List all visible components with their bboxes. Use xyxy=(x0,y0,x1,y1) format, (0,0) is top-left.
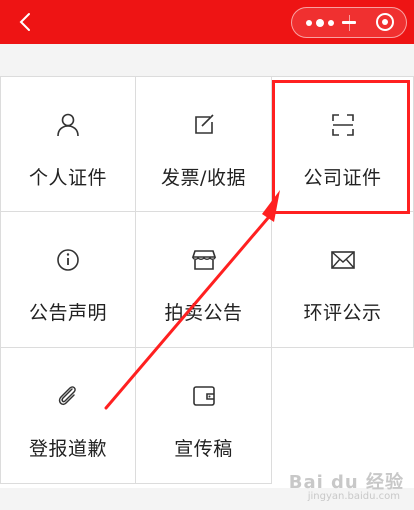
baidu-watermark: Bai du 经验 jingyan.baidu.com xyxy=(276,466,404,506)
scan-icon xyxy=(329,111,357,139)
paperclip-icon xyxy=(54,382,82,410)
grid-item-apology[interactable]: 登报道歉 xyxy=(0,348,136,484)
grid-item-label: 公告声明 xyxy=(28,302,107,324)
grid-item-company-id[interactable]: 公司证件 xyxy=(272,76,414,212)
store-icon xyxy=(190,246,218,274)
mini-program-capsule xyxy=(291,7,407,38)
grid-item-auction[interactable]: 拍卖公告 xyxy=(136,212,272,348)
grid-item-label: 登报道歉 xyxy=(28,438,107,460)
grid-item-personal-id[interactable]: 个人证件 xyxy=(0,76,136,212)
grid-item-label: 拍卖公告 xyxy=(164,302,243,324)
grid-item-eia[interactable]: 环评公示 xyxy=(272,212,414,348)
target-close-icon[interactable] xyxy=(376,13,394,31)
chevron-left-icon[interactable] xyxy=(14,10,38,34)
grid-item-invoice[interactable]: 发票/收据 xyxy=(136,76,272,212)
more-dots-icon[interactable] xyxy=(292,8,349,37)
grid-item-label: 公司证件 xyxy=(303,167,382,189)
wallet-icon xyxy=(190,382,218,410)
grid-item-label: 环评公示 xyxy=(303,302,382,324)
mail-icon xyxy=(329,246,357,274)
person-icon xyxy=(54,111,82,139)
grid-item-press-release[interactable]: 宣传稿 xyxy=(136,348,272,484)
navigation-bar xyxy=(0,0,414,44)
grid-item-label: 个人证件 xyxy=(28,167,107,189)
edit-icon xyxy=(190,111,218,139)
grid-item-label: 发票/收据 xyxy=(161,167,246,189)
info-icon xyxy=(54,246,82,274)
grid-item-announcement[interactable]: 公告声明 xyxy=(0,212,136,348)
minimize-icon[interactable] xyxy=(342,21,356,24)
watermark-sub: jingyan.baidu.com xyxy=(307,491,400,502)
service-grid: 个人证件 发票/收据 公司证件 公告声明 拍卖公告 环评公示 登报道歉 宣传稿 xyxy=(0,76,414,488)
grid-item-label: 宣传稿 xyxy=(174,438,233,460)
